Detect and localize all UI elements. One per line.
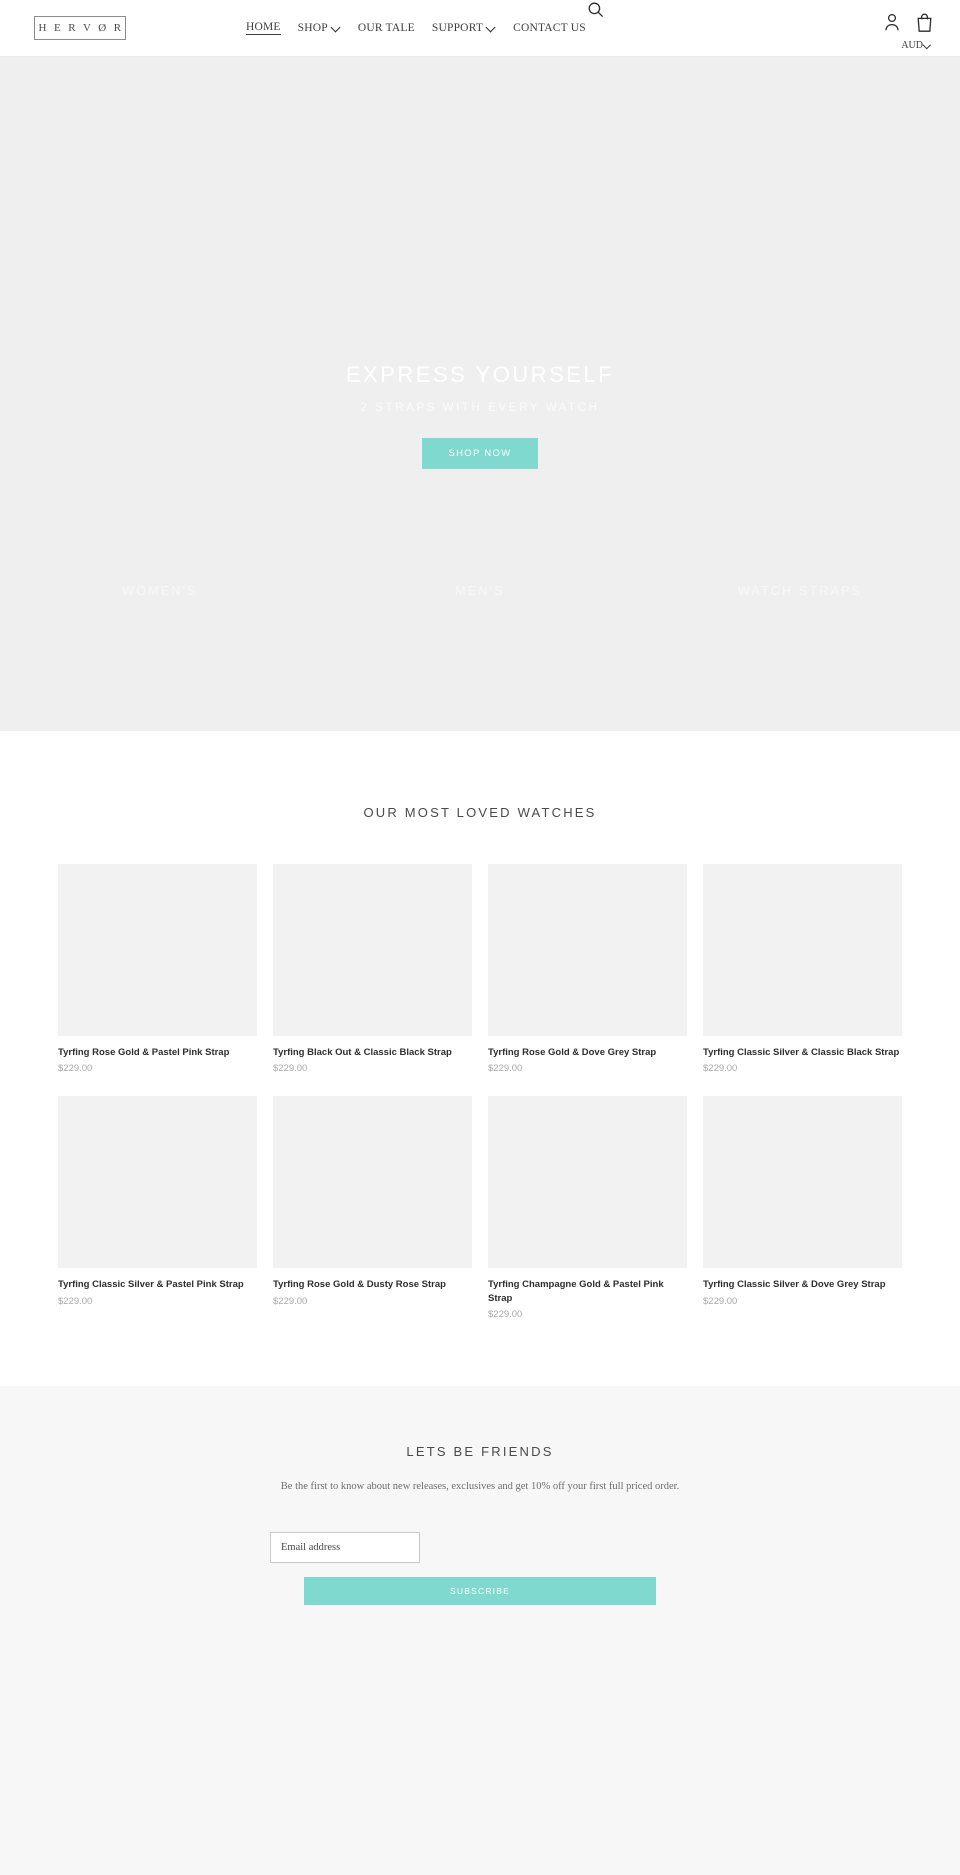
nav-item-shop[interactable]: SHOP xyxy=(298,22,341,34)
product-price: $229.00 xyxy=(273,1063,308,1075)
product-title: Tyrfing Black Out & Classic Black Strap xyxy=(273,1047,452,1058)
product-image xyxy=(58,864,257,1036)
chevron-down-icon xyxy=(924,42,932,50)
email-field[interactable] xyxy=(270,1532,420,1564)
header-actions xyxy=(883,12,934,38)
nav-item-shop-label: SHOP xyxy=(297,22,328,34)
product-price: $229.00 xyxy=(703,1295,738,1307)
hero-category-womens[interactable]: WOMEN'S xyxy=(0,451,320,731)
nav-item-home-label: HOME xyxy=(246,21,281,35)
product-grid-row-2: Tyrfing Classic Silver & Pastel Pink Str… xyxy=(58,1096,902,1320)
hero-category-mens-label: MEN'S xyxy=(455,584,505,598)
nav-item-contact-us[interactable]: CONTACT US xyxy=(513,22,586,34)
chevron-down-icon xyxy=(487,23,496,32)
nav-item-our-tale-label: OUR TALE xyxy=(357,22,415,34)
product-image xyxy=(488,1096,687,1269)
site-logo[interactable]: H E R V Ø R xyxy=(34,16,126,40)
nav-item-support[interactable]: SUPPORT xyxy=(432,22,496,34)
hero-category-watch-straps[interactable]: WATCH STRAPS xyxy=(640,451,960,731)
chevron-down-icon xyxy=(332,23,341,32)
hero-category-row: WOMEN'S MEN'S WATCH STRAPS xyxy=(0,451,960,731)
product-title: Tyrfing Classic Silver & Dove Grey Strap xyxy=(703,1279,886,1291)
product-image xyxy=(273,864,472,1036)
search-icon[interactable] xyxy=(586,0,606,20)
product-price: $229.00 xyxy=(488,1063,523,1075)
site-header: H E R V Ø R HOME SHOP OUR TALE SUPPORT C… xyxy=(0,0,960,57)
product-title: Tyrfing Champagne Gold & Pastel Pink Str… xyxy=(488,1279,664,1304)
product-price: $229.00 xyxy=(488,1309,523,1321)
hero-category-mens[interactable]: MEN'S xyxy=(320,451,640,731)
newsletter-title: LETS BE FRIENDS xyxy=(406,1444,554,1460)
product-title: Tyrfing Rose Gold & Dusty Rose Strap xyxy=(273,1279,446,1291)
newsletter-subtitle: Be the first to know about new releases,… xyxy=(280,1481,680,1493)
product-card[interactable]: Tyrfing Rose Gold & Dove Grey Strap $229… xyxy=(488,864,687,1074)
product-price: $229.00 xyxy=(703,1063,738,1075)
product-card[interactable]: Tyrfing Champagne Gold & Pastel Pink Str… xyxy=(488,1096,687,1320)
hero-title: EXPRESS YOURSELF xyxy=(345,362,615,387)
cart-icon[interactable] xyxy=(915,12,934,38)
main-navigation: HOME SHOP OUR TALE SUPPORT CONTACT US xyxy=(246,21,586,35)
nav-item-support-label: SUPPORT xyxy=(431,22,484,34)
newsletter-section: LETS BE FRIENDS Be the first to know abo… xyxy=(0,1386,960,1875)
account-icon[interactable] xyxy=(883,12,901,37)
product-price: $229.00 xyxy=(58,1295,93,1307)
currency-label: AUD xyxy=(901,40,923,51)
nav-item-home[interactable]: HOME xyxy=(246,21,281,35)
products-section: OUR MOST LOVED WATCHES Tyrfing Rose Gold… xyxy=(0,731,960,1321)
hero-subtitle: 2 STRAPS WITH EVERY WATCH xyxy=(360,402,600,414)
currency-selector[interactable]: AUD xyxy=(901,40,932,51)
product-price: $229.00 xyxy=(58,1063,93,1075)
product-card[interactable]: Tyrfing Classic Silver & Classic Black S… xyxy=(703,864,902,1074)
product-card[interactable]: Tyrfing Black Out & Classic Black Strap … xyxy=(273,864,472,1074)
product-image xyxy=(703,864,902,1036)
nav-item-contact-us-label: CONTACT US xyxy=(513,22,586,34)
product-grid-row-1: Tyrfing Rose Gold & Pastel Pink Strap $2… xyxy=(58,864,902,1074)
product-price: $229.00 xyxy=(273,1295,308,1307)
hero-category-womens-label: WOMEN'S xyxy=(122,584,198,598)
product-image xyxy=(703,1096,902,1269)
product-card[interactable]: Tyrfing Rose Gold & Dusty Rose Strap $22… xyxy=(273,1096,472,1320)
subscribe-button[interactable]: SUBSCRIBE xyxy=(304,1577,656,1606)
product-title: Tyrfing Classic Silver & Pastel Pink Str… xyxy=(58,1279,244,1291)
product-title: Tyrfing Classic Silver & Classic Black S… xyxy=(703,1047,900,1058)
product-card[interactable]: Tyrfing Classic Silver & Dove Grey Strap… xyxy=(703,1096,902,1320)
products-section-title: OUR MOST LOVED WATCHES xyxy=(363,805,597,820)
product-title: Tyrfing Rose Gold & Dove Grey Strap xyxy=(488,1047,657,1058)
product-image xyxy=(488,864,687,1036)
product-image xyxy=(58,1096,257,1269)
logo-text: H E R V Ø R xyxy=(38,22,124,34)
newsletter-form: SUBSCRIBE xyxy=(0,1532,960,1606)
product-title: Tyrfing Rose Gold & Pastel Pink Strap xyxy=(58,1047,230,1058)
hero-banner: EXPRESS YOURSELF 2 STRAPS WITH EVERY WAT… xyxy=(0,57,960,731)
nav-item-our-tale[interactable]: OUR TALE xyxy=(358,22,415,34)
product-card[interactable]: Tyrfing Classic Silver & Pastel Pink Str… xyxy=(58,1096,257,1320)
hero-category-watch-straps-label: WATCH STRAPS xyxy=(737,584,863,598)
product-image xyxy=(273,1096,472,1269)
product-card[interactable]: Tyrfing Rose Gold & Pastel Pink Strap $2… xyxy=(58,864,257,1074)
